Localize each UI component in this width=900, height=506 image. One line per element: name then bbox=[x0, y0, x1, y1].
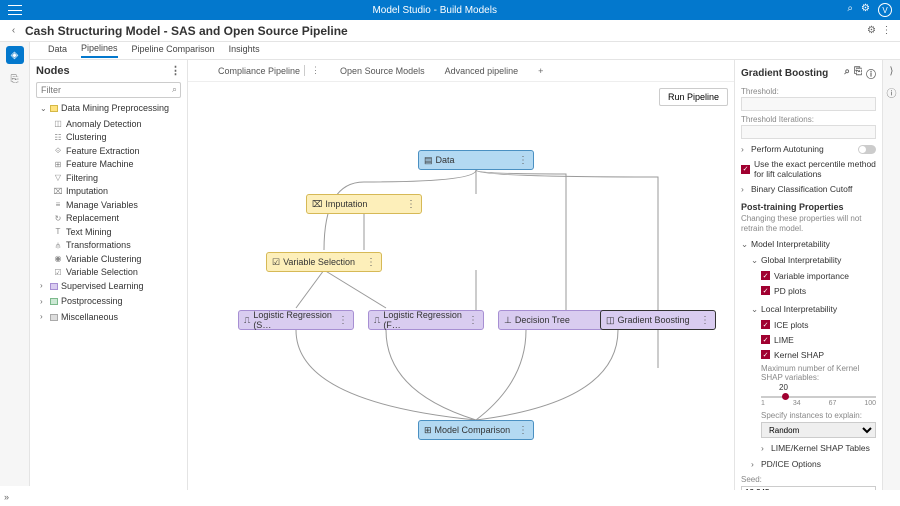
node-logreg-2[interactable]: ⎍Logistic Regression (F…⋮ bbox=[368, 310, 484, 330]
header-settings-icon[interactable]: ⚙ bbox=[866, 25, 877, 36]
app-title: Model Studio - Build Models bbox=[22, 5, 847, 16]
tree-group[interactable]: ›Miscellaneous bbox=[36, 311, 181, 325]
threshold-label: Threshold: bbox=[741, 87, 876, 96]
node-menu-icon[interactable]: ⋮ bbox=[468, 315, 478, 326]
binary-cutoff-label[interactable]: Binary Classification Cutoff bbox=[751, 184, 852, 194]
autotuning-toggle[interactable] bbox=[858, 145, 876, 154]
threshold-iter-label: Threshold Iterations: bbox=[741, 115, 876, 124]
main-tabs: Data Pipelines Pipeline Comparison Insig… bbox=[30, 42, 900, 60]
tab-data[interactable]: Data bbox=[48, 44, 67, 57]
nodes-more-icon[interactable]: ⋮ bbox=[170, 64, 181, 77]
node-menu-icon[interactable]: ⋮ bbox=[338, 315, 348, 326]
node-data[interactable]: ▤Data⋮ bbox=[418, 150, 534, 170]
tree-item[interactable]: ⟐Feature Extraction bbox=[36, 145, 181, 159]
node-logreg-1[interactable]: ⎍Logistic Regression (S…⋮ bbox=[238, 310, 354, 330]
node-decision-tree[interactable]: ⊥Decision Tree⋮ bbox=[498, 310, 614, 330]
properties-help-icon[interactable]: ⓘ bbox=[866, 66, 876, 81]
lime-tables-label[interactable]: LIME/Kernel SHAP Tables bbox=[771, 443, 870, 453]
exact-percentile-checkbox[interactable]: ✓ bbox=[741, 165, 750, 174]
kernel-shap-checkbox[interactable]: ✓ bbox=[761, 350, 770, 359]
exact-percentile-label: Use the exact percentile method for lift… bbox=[754, 159, 876, 179]
max-kernel-label: Maximum number of Kernel SHAP variables: bbox=[761, 364, 876, 383]
user-icon[interactable]: V bbox=[878, 3, 892, 17]
node-menu-icon[interactable]: ⋮ bbox=[518, 155, 528, 166]
search-icon[interactable]: ⌕ bbox=[847, 3, 853, 17]
post-training-note: Changing these properties will not retra… bbox=[741, 214, 876, 233]
tree-group[interactable]: ›Supervised Learning bbox=[36, 280, 181, 294]
right-rail-info-icon[interactable]: ⓘ bbox=[887, 85, 897, 100]
specify-instances-label: Specify instances to explain: bbox=[761, 411, 876, 421]
properties-title: Gradient Boosting bbox=[741, 68, 828, 79]
menu-icon[interactable] bbox=[8, 5, 22, 15]
back-icon[interactable]: ‹ bbox=[8, 25, 19, 36]
pipeline-tab-advanced[interactable]: Advanced pipeline bbox=[445, 66, 519, 76]
lime-checkbox[interactable]: ✓ bbox=[761, 335, 770, 344]
node-menu-icon[interactable]: ⋮ bbox=[366, 257, 376, 268]
tree-item[interactable]: ⌧Imputation bbox=[36, 185, 181, 199]
post-training-header: Post-training Properties bbox=[741, 202, 876, 212]
tree-item[interactable]: ◉Variable Clustering bbox=[36, 253, 181, 267]
page-title: Cash Structuring Model - SAS and Open So… bbox=[25, 24, 866, 38]
pipeline-tab-compliance[interactable]: Compliance Pipeline ⋮ bbox=[218, 65, 320, 76]
node-imputation[interactable]: ⌧Imputation⋮ bbox=[306, 194, 422, 214]
seed-label: Seed: bbox=[741, 475, 876, 485]
tree-item[interactable]: ≡Manage Variables bbox=[36, 199, 181, 213]
tree-item[interactable]: ⊞Feature Machine bbox=[36, 158, 181, 172]
tree-item[interactable]: ☑Variable Selection bbox=[36, 266, 181, 280]
header-more-icon[interactable]: ⋮ bbox=[881, 25, 892, 36]
seed-input[interactable] bbox=[741, 486, 876, 490]
global-interp-label[interactable]: Global Interpretability bbox=[761, 255, 841, 265]
instance-method-select[interactable]: Random bbox=[761, 422, 876, 438]
tree-group[interactable]: ›Postprocessing bbox=[36, 295, 181, 309]
tree-item[interactable]: TText Mining bbox=[36, 226, 181, 240]
tree-item[interactable]: ↻Replacement bbox=[36, 212, 181, 226]
settings-icon[interactable]: ⚙ bbox=[861, 3, 870, 17]
threshold-input[interactable] bbox=[741, 97, 876, 111]
model-interp-label[interactable]: Model Interpretability bbox=[751, 239, 830, 249]
tree-item[interactable]: ▽Filtering bbox=[36, 172, 181, 186]
threshold-iter-input[interactable] bbox=[741, 125, 876, 139]
node-model-comparison[interactable]: ⊞Model Comparison⋮ bbox=[418, 420, 534, 440]
tree-item[interactable]: ◫Anomaly Detection bbox=[36, 118, 181, 132]
rail-nodes-icon[interactable]: ◈ bbox=[6, 46, 24, 64]
tree-item[interactable]: ☷Clustering bbox=[36, 131, 181, 145]
node-menu-icon[interactable]: ⋮ bbox=[700, 315, 710, 326]
nodes-title: Nodes bbox=[36, 65, 70, 77]
properties-search-icon[interactable]: ⌕ bbox=[844, 66, 850, 81]
filter-input[interactable] bbox=[36, 82, 181, 98]
tree-group[interactable]: ⌄Data Mining Preprocessing bbox=[36, 102, 181, 116]
node-menu-icon[interactable]: ⋮ bbox=[406, 199, 416, 210]
tab-pipelines[interactable]: Pipelines bbox=[81, 43, 118, 58]
pdice-label[interactable]: PD/ICE Options bbox=[761, 459, 821, 469]
filter-search-icon[interactable]: ⌕ bbox=[172, 84, 177, 95]
collapse-rail-icon[interactable]: » bbox=[4, 492, 9, 502]
add-pipeline-icon[interactable]: + bbox=[538, 66, 543, 76]
kernel-shap-slider[interactable]: 13467100 bbox=[761, 396, 876, 407]
var-importance-checkbox[interactable]: ✓ bbox=[761, 271, 770, 280]
slider-value: 20 bbox=[779, 383, 876, 392]
autotuning-label[interactable]: Perform Autotuning bbox=[751, 144, 824, 154]
tab-comparison[interactable]: Pipeline Comparison bbox=[132, 44, 215, 57]
node-gradient-boosting[interactable]: ◫Gradient Boosting⋮ bbox=[600, 310, 716, 330]
node-variable-selection[interactable]: ☑Variable Selection⋮ bbox=[266, 252, 382, 272]
rail-snippets-icon[interactable]: ⎘ bbox=[6, 70, 24, 88]
node-menu-icon[interactable]: ⋮ bbox=[518, 425, 528, 436]
tree-item[interactable]: ⫛Transformations bbox=[36, 239, 181, 253]
pd-plots-checkbox[interactable]: ✓ bbox=[761, 286, 770, 295]
properties-copy-icon[interactable]: ⎘ bbox=[854, 66, 862, 81]
ice-plots-checkbox[interactable]: ✓ bbox=[761, 320, 770, 329]
pipeline-tab-opensource[interactable]: Open Source Models bbox=[340, 66, 425, 76]
local-interp-label[interactable]: Local Interpretability bbox=[761, 304, 837, 314]
tab-insights[interactable]: Insights bbox=[229, 44, 260, 57]
right-rail-expand-icon[interactable]: ⟩ bbox=[890, 66, 894, 77]
